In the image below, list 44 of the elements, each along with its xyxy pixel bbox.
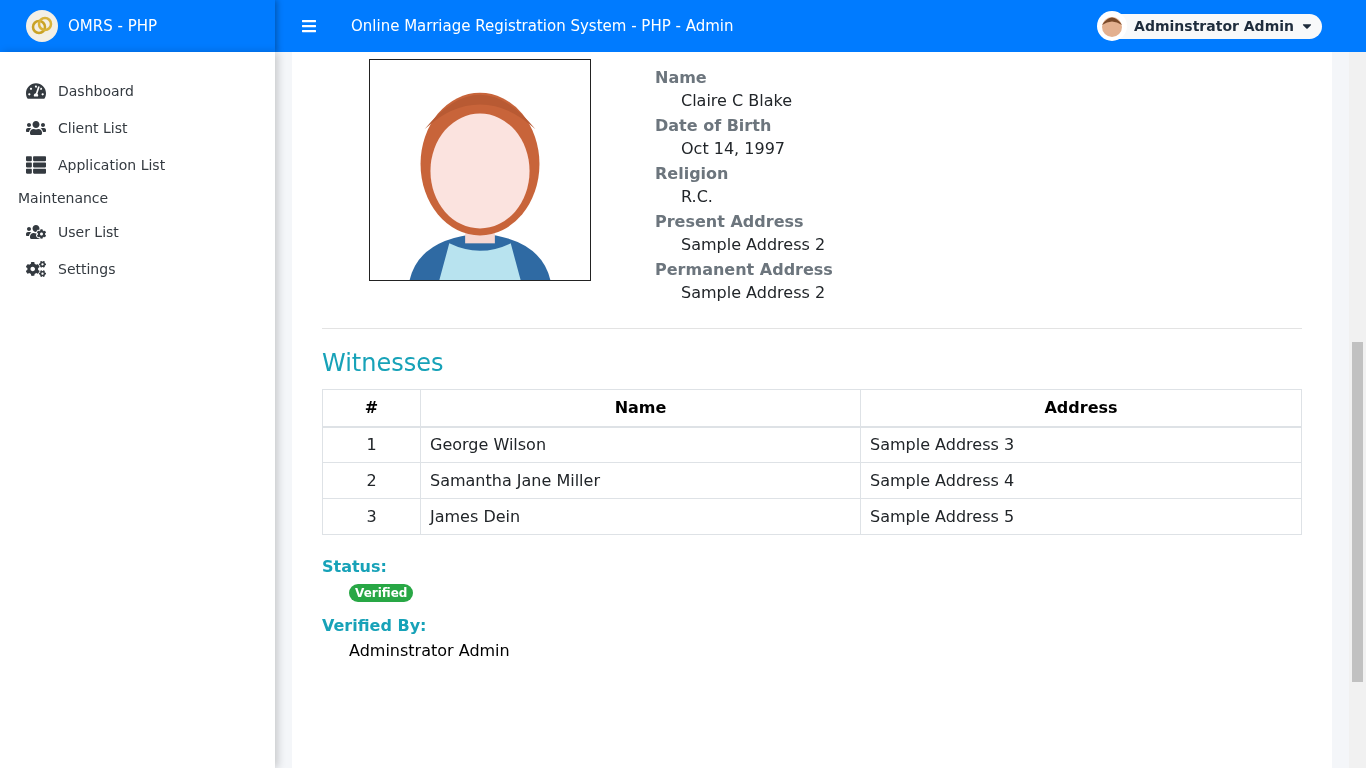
table-cell: Sample Address 3 (860, 426, 1302, 463)
field-value: Oct 14, 1997 (680, 139, 786, 158)
sidebar-item[interactable]: Settings (0, 250, 275, 287)
sidebar-item[interactable]: Dashboard (0, 72, 275, 109)
brand-title: OMRS - PHP (68, 17, 157, 35)
verified-by-value: Adminstrator Admin (348, 641, 511, 660)
table-cell: George Wilson (420, 426, 861, 463)
scrollbar-thumb[interactable] (1352, 342, 1363, 682)
gauge-icon (26, 80, 46, 101)
verified-by-label: Verified By: (322, 616, 428, 635)
app-title: Online Marriage Registration System - PHP - Admin (351, 17, 735, 35)
menu-button[interactable] (301, 18, 317, 34)
column-header: Address (860, 389, 1302, 427)
scrollbar[interactable] (1349, 52, 1366, 768)
rings-logo-icon (26, 10, 58, 42)
status-label: Status: (322, 557, 388, 576)
gears-icon (26, 258, 46, 279)
status-badge: Verified (349, 584, 414, 602)
section-title: Witnesses (322, 349, 445, 377)
field-value: R.C. (680, 187, 714, 206)
avatar-icon (1096, 10, 1129, 42)
sidebar-heading: Maintenance (17, 189, 110, 208)
table-cell: James Dein (420, 498, 861, 535)
table-cell: 3 (322, 498, 421, 535)
list-icon (26, 154, 46, 175)
table-cell: 2 (322, 462, 421, 499)
field-label: Date of Birth (655, 116, 773, 135)
user-menu-button[interactable]: Adminstrator Admin (1098, 13, 1322, 39)
table-cell: Sample Address 4 (860, 462, 1302, 499)
field-label: Present Address (655, 212, 805, 231)
table-cell: 1 (322, 426, 421, 463)
sidebar-item[interactable]: User List (0, 213, 275, 250)
sidebar-item[interactable]: Application List (0, 146, 275, 183)
table-cell: Sample Address 5 (860, 498, 1302, 535)
column-header: Name (420, 389, 861, 427)
field-label: Permanent Address (655, 260, 833, 279)
field-label: Religion (655, 164, 730, 183)
table-cell: Samantha Jane Miller (420, 462, 861, 499)
field-value: Sample Address 2 (680, 283, 827, 302)
field-value: Claire C Blake (680, 91, 794, 110)
field-value: Sample Address 2 (680, 235, 827, 254)
field-label: Name (655, 68, 708, 87)
column-header: # (322, 389, 421, 427)
sidebar-item[interactable]: Client List (0, 109, 275, 146)
